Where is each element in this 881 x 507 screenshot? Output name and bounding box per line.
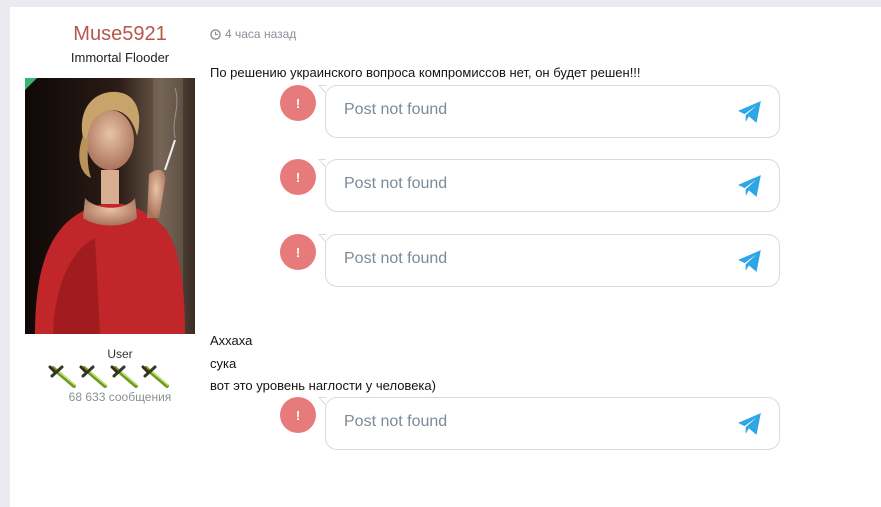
alert-icon: !	[280, 85, 316, 121]
post-text-line: сука	[210, 356, 237, 371]
avatar[interactable]	[25, 78, 195, 334]
telegram-icon[interactable]	[737, 100, 763, 124]
telegram-embed[interactable]: ! Post not found	[280, 397, 780, 450]
embed-bubble[interactable]: Post not found	[318, 85, 780, 138]
username-link[interactable]: Muse5921	[32, 23, 208, 46]
embed-text: Post not found	[344, 175, 448, 192]
user-role: User	[107, 347, 133, 361]
post-text-line: вот это уровень наглости у человека)	[210, 378, 436, 393]
sword-icon	[79, 365, 107, 388]
sword-icon	[48, 365, 76, 388]
clock-icon	[210, 28, 221, 40]
post-text-line: По решению украинского вопроса компромис…	[210, 65, 641, 80]
alert-icon: !	[280, 234, 316, 270]
telegram-icon[interactable]	[737, 412, 763, 436]
telegram-icon[interactable]	[737, 249, 763, 273]
post-text-line: Аххаха	[210, 333, 253, 348]
telegram-embed[interactable]: ! Post not found	[280, 234, 780, 287]
user-title: Immortal Flooder	[70, 50, 170, 65]
telegram-embed[interactable]: ! Post not found	[280, 159, 780, 212]
rank-icons	[48, 364, 171, 390]
sword-icon	[110, 365, 138, 388]
sword-icon	[141, 365, 169, 388]
embed-bubble[interactable]: Post not found	[318, 234, 780, 287]
post-timestamp[interactable]: 4 часа назад	[210, 27, 296, 41]
embed-text: Post not found	[344, 250, 448, 267]
timestamp-text: 4 часа назад	[225, 27, 297, 41]
alert-icon: !	[280, 397, 316, 433]
online-indicator	[25, 78, 37, 90]
embed-bubble[interactable]: Post not found	[318, 159, 780, 212]
telegram-embed[interactable]: ! Post not found	[280, 85, 780, 138]
message-count: 68 633 сообщения	[68, 390, 172, 404]
post-card: Muse5921 Immortal Flooder User 68 633 со…	[10, 7, 881, 507]
embed-text: Post not found	[344, 413, 448, 430]
embed-bubble[interactable]: Post not found	[318, 397, 780, 450]
alert-icon: !	[280, 159, 316, 195]
embed-text: Post not found	[344, 101, 448, 118]
telegram-icon[interactable]	[737, 174, 763, 198]
